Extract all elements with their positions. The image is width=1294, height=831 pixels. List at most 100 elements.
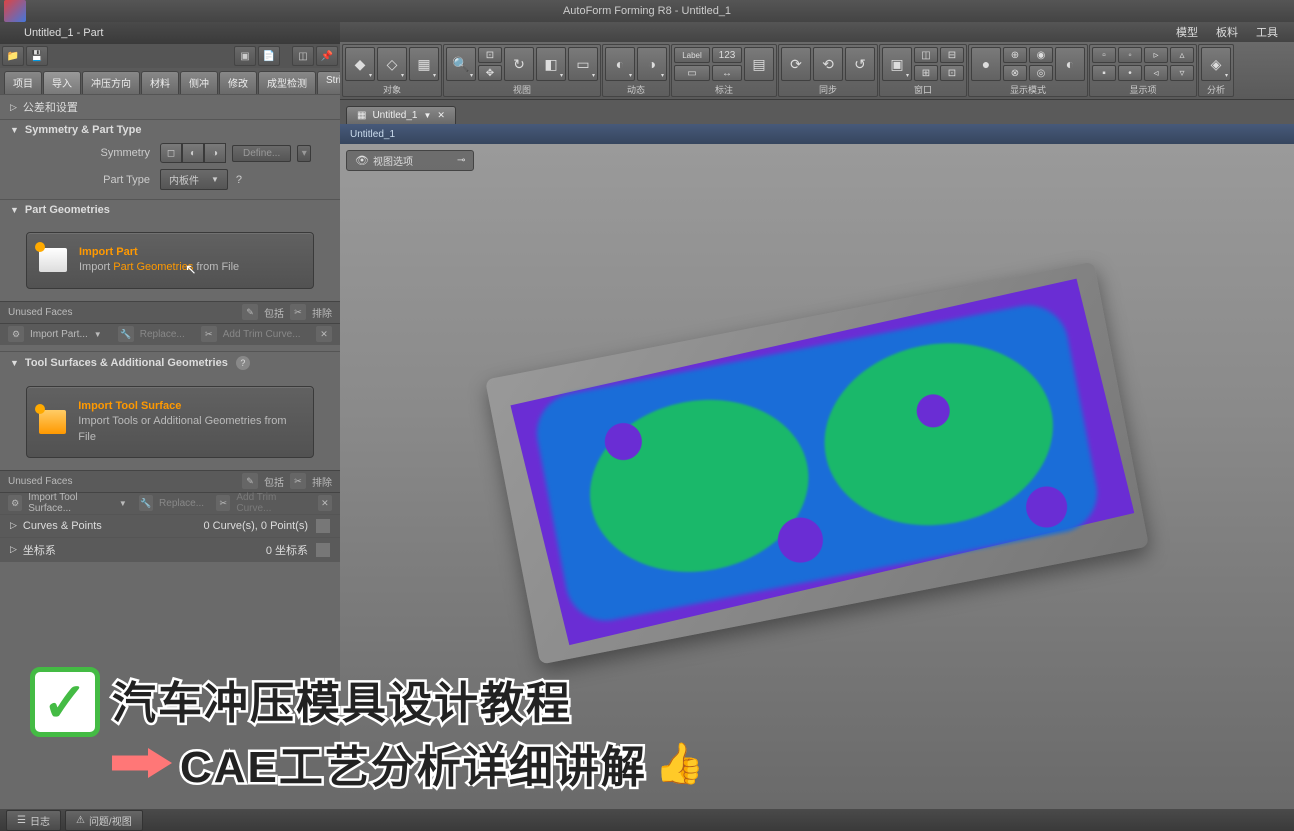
part-model[interactable]: [485, 262, 1149, 665]
ribbon-item-6-icon[interactable]: ◃: [1144, 65, 1168, 81]
ribbon-disp-wire-icon[interactable]: ⊕: [1003, 47, 1027, 63]
doc-tab-untitled[interactable]: ▦ Untitled_1 ▼ ✕: [346, 106, 456, 124]
sidebar-tool-link-icon[interactable]: ◫: [292, 46, 314, 66]
ribbon-item-1-icon[interactable]: ▫: [1092, 47, 1116, 63]
tab-stamping-dir[interactable]: 冲压方向: [82, 71, 140, 94]
ribbon-sync-3-icon[interactable]: ↺: [845, 47, 875, 81]
ribbon-item-3-icon[interactable]: ◦: [1118, 47, 1142, 63]
help-icon[interactable]: ?: [236, 174, 242, 186]
eraser-icon[interactable]: ✂: [290, 473, 306, 489]
pin-icon[interactable]: ⊸: [457, 155, 465, 166]
ribbon-object-3-icon[interactable]: ▦▾: [409, 47, 439, 81]
parttype-select[interactable]: 内板件 ▼: [160, 169, 228, 190]
sidebar-tool-report-icon[interactable]: 📄: [258, 46, 280, 66]
ribbon-disp-5-icon[interactable]: ◎: [1029, 65, 1053, 81]
sidebar-tool-save-icon[interactable]: 💾: [26, 46, 48, 66]
ribbon-disp-shade-icon[interactable]: ●: [971, 47, 1001, 81]
menu-model[interactable]: 模型: [1168, 22, 1206, 42]
chevron-down-icon: ▼: [10, 358, 19, 368]
ribbon-group-dynamic: ◐▾ ◑▾ 动态: [602, 44, 670, 97]
sidebar-tool-calc-icon[interactable]: ▣: [234, 46, 256, 66]
ribbon-group-annotate: Label ▭ 123 ↔ ▤ 标注: [671, 44, 777, 97]
view-options-toolbar[interactable]: 👁 视图选项 ⊸: [346, 150, 474, 171]
help-icon[interactable]: ?: [236, 356, 250, 370]
ribbon-annotate-3-icon[interactable]: ▤: [744, 47, 774, 81]
section-part-geom[interactable]: ▼ Part Geometries: [0, 199, 340, 220]
close-icon[interactable]: ✕: [318, 495, 332, 511]
tab-project[interactable]: 项目: [4, 71, 42, 94]
ribbon-group-display-items: ▫ ▪ ◦ • ▹ ◃ ▵ ▿ 显示项: [1089, 44, 1197, 97]
wrench-icon: 🔧: [118, 326, 134, 342]
ribbon-analysis-icon[interactable]: ◈▾: [1201, 47, 1231, 81]
chevron-right-icon: ▷: [10, 544, 17, 555]
brush-icon[interactable]: ✎: [242, 304, 258, 320]
brush-icon[interactable]: ✎: [242, 473, 258, 489]
ribbon-item-4-icon[interactable]: •: [1118, 65, 1142, 81]
ribbon-object-2-icon[interactable]: ◇▾: [377, 47, 407, 81]
ribbon-item-8-icon[interactable]: ▿: [1170, 65, 1194, 81]
row-tolerance[interactable]: ▷ 公差和设置: [0, 94, 340, 119]
ribbon-item-7-icon[interactable]: ▵: [1170, 47, 1194, 63]
row-symmetry: Symmetry ◻ ◐ ◑ Define... ▾: [0, 140, 340, 166]
ribbon-win-2-icon[interactable]: ◫: [914, 47, 938, 63]
import-tool-button[interactable]: Import Tool Surface Import Tools or Addi…: [26, 386, 314, 458]
checkbox-icon[interactable]: [316, 519, 330, 533]
ribbon-label-icon[interactable]: Label: [674, 47, 710, 63]
ribbon-win-5-icon[interactable]: ⊡: [940, 65, 964, 81]
close-icon[interactable]: ✕: [316, 326, 332, 342]
menu-tools[interactable]: 工具: [1248, 22, 1286, 42]
status-problems-button[interactable]: ⚠ 问题/视图: [65, 810, 143, 831]
row-curves-points[interactable]: ▷ Curves & Points 0 Curve(s), 0 Point(s): [0, 514, 340, 537]
ribbon-disp-6-icon[interactable]: ◐: [1055, 47, 1085, 81]
ribbon-view-zoom-icon[interactable]: 🔍▾: [446, 47, 476, 81]
sidebar-tool-pin-icon[interactable]: 📌: [316, 46, 338, 66]
import-part-button[interactable]: Import Part Import Part Geometries from …: [26, 232, 314, 289]
ribbon-object-1-icon[interactable]: ◆▾: [345, 47, 375, 81]
ribbon-item-2-icon[interactable]: ▪: [1092, 65, 1116, 81]
ribbon-view-fit-icon[interactable]: ⊡: [478, 47, 502, 63]
ribbon-num-icon[interactable]: 123: [712, 47, 742, 63]
ribbon-disp-4-icon[interactable]: ◉: [1029, 47, 1053, 63]
eraser-icon[interactable]: ✂: [290, 304, 306, 320]
ribbon-view-cube-icon[interactable]: ◧▾: [536, 47, 566, 81]
section-symmetry[interactable]: ▼ Symmetry & Part Type: [0, 119, 340, 140]
menu-blank[interactable]: 板料: [1208, 22, 1246, 42]
ribbon-item-5-icon[interactable]: ▹: [1144, 47, 1168, 63]
ribbon-disp-hidden-icon[interactable]: ⊗: [1003, 65, 1027, 81]
chevron-down-icon[interactable]: ▼: [423, 111, 431, 120]
tab-import[interactable]: 导入: [43, 71, 81, 94]
ribbon-win-3-icon[interactable]: ⊞: [914, 65, 938, 81]
close-tab-icon[interactable]: ✕: [437, 110, 445, 121]
ribbon-win-1-icon[interactable]: ▣▾: [882, 47, 912, 81]
tab-material[interactable]: 材料: [141, 71, 179, 94]
chevron-down-icon: ▼: [10, 125, 19, 135]
ribbon-win-4-icon[interactable]: ⊟: [940, 47, 964, 63]
ribbon-view-rotate-icon[interactable]: ↻: [504, 47, 534, 81]
row-coord-sys[interactable]: ▷ 坐标系 0 坐标系: [0, 537, 340, 562]
sidebar-toolbar: 📁 💾 ▣ 📄 ◫ 📌: [0, 44, 340, 68]
symmetry-full-icon[interactable]: ◑: [204, 143, 226, 163]
scissors-icon: ✂: [201, 326, 217, 342]
ribbon-view-top-icon[interactable]: ▭▾: [568, 47, 598, 81]
symmetry-dropdown-icon[interactable]: ▾: [297, 145, 311, 162]
ribbon-sync-2-icon[interactable]: ⟲: [813, 47, 843, 81]
status-log-button[interactable]: ☰ 日志: [6, 810, 61, 831]
define-button[interactable]: Define...: [232, 145, 291, 162]
ribbon-group-analysis: ◈▾ 分析: [1198, 44, 1234, 97]
ribbon-sync-1-icon[interactable]: ⟳: [781, 47, 811, 81]
checkbox-icon[interactable]: [316, 543, 330, 557]
section-tool-surfaces[interactable]: ▼ Tool Surfaces & Additional Geometries …: [0, 351, 340, 374]
ribbon-box-icon[interactable]: ▭: [674, 65, 710, 81]
ribbon-dim-icon[interactable]: ↔: [712, 65, 742, 81]
symmetry-half-icon[interactable]: ◐: [182, 143, 204, 163]
sidebar-tool-folder-icon[interactable]: 📁: [2, 46, 24, 66]
symmetry-none-icon[interactable]: ◻: [160, 143, 182, 163]
symmetry-label: Symmetry: [10, 147, 160, 159]
tab-formcheck[interactable]: 成型检测: [258, 71, 316, 94]
ribbon-group-sync: ⟳ ⟲ ↺ 同步: [778, 44, 878, 97]
ribbon-dyn-2-icon[interactable]: ◑▾: [637, 47, 667, 81]
tab-modify[interactable]: 修改: [219, 71, 257, 94]
tab-side[interactable]: 侧冲: [180, 71, 218, 94]
ribbon-view-pan-icon[interactable]: ✥: [478, 65, 502, 81]
ribbon-dyn-1-icon[interactable]: ◐▾: [605, 47, 635, 81]
